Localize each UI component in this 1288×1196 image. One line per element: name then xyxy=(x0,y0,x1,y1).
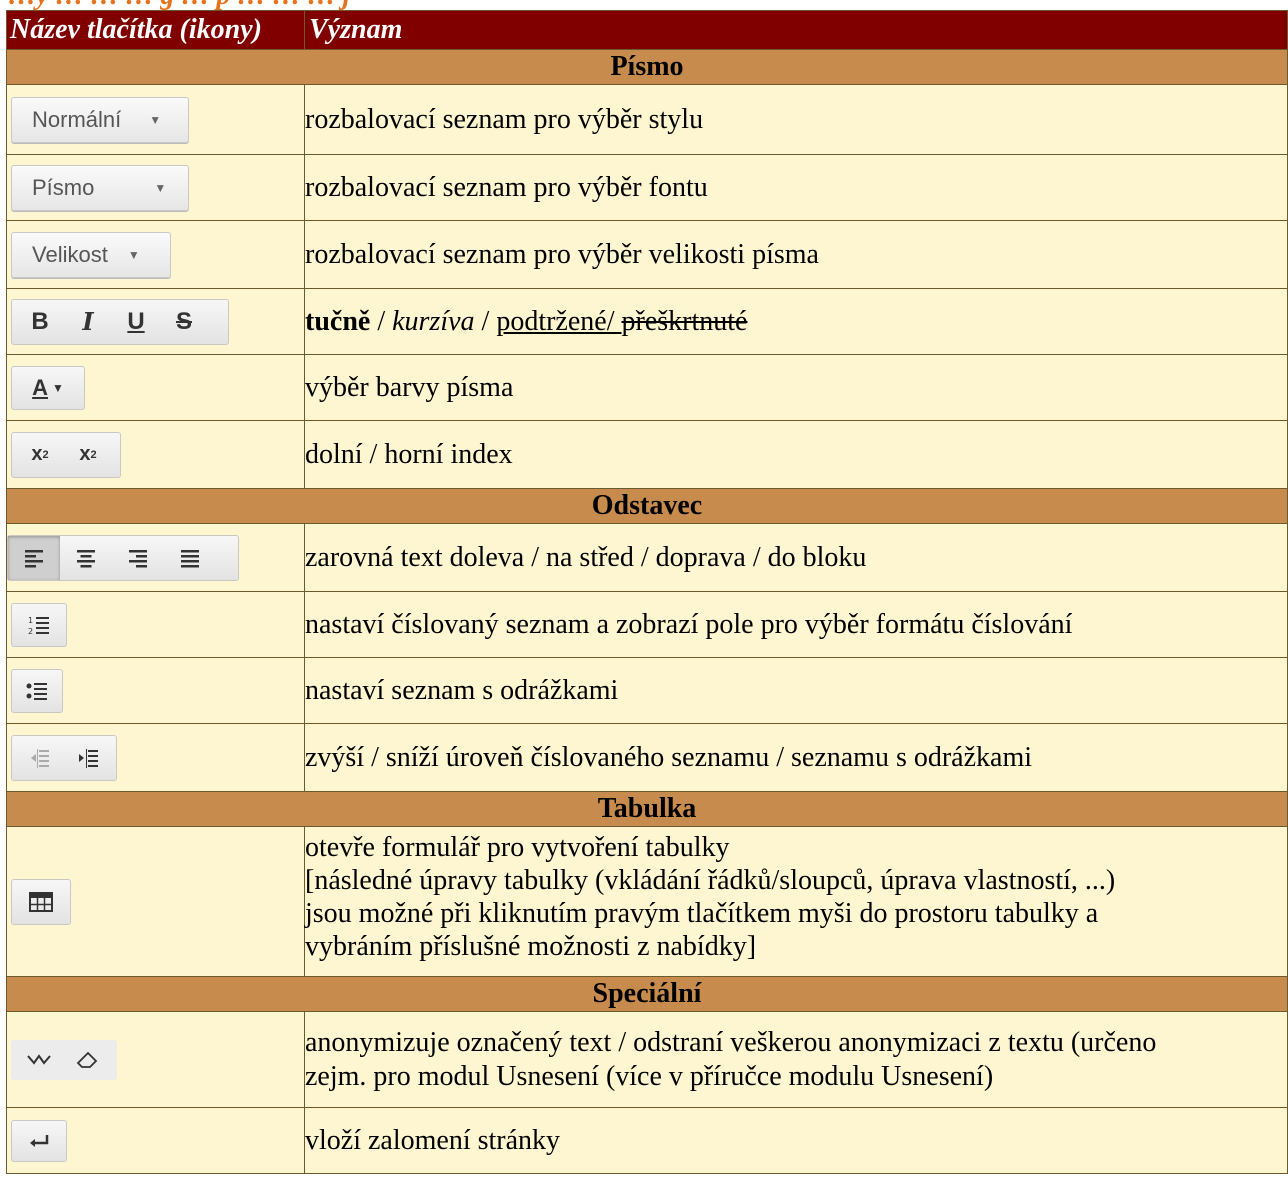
chevron-down-icon: ▼ xyxy=(52,380,64,395)
eraser-icon[interactable] xyxy=(63,1041,111,1079)
table-row: A ▼ výběr barvy písma xyxy=(6,354,1288,421)
indent-button-group xyxy=(11,734,117,781)
bullet-list-icon xyxy=(26,682,47,700)
header-meaning: Význam xyxy=(304,10,1288,50)
strikethrough-word: přeškrtnuté xyxy=(621,305,748,337)
icon-cell xyxy=(6,723,305,792)
anonymize-icon[interactable] xyxy=(15,1041,63,1079)
row-description: výběr barvy písma xyxy=(304,354,1288,421)
text-format-button-group: B I U S xyxy=(11,298,229,345)
page-break-icon xyxy=(30,1134,49,1147)
section-title-special: Speciální xyxy=(6,976,1288,1012)
bold-icon[interactable]: B xyxy=(16,300,64,344)
icon-cell: x2 x2 xyxy=(6,420,305,489)
row-description: dolní / horní index xyxy=(304,420,1288,489)
insert-table-button[interactable] xyxy=(11,878,71,925)
icon-cell xyxy=(6,1107,305,1174)
section-row-table: Tabulka xyxy=(6,791,1288,827)
row-description: nastaví seznam s odrážkami xyxy=(304,657,1288,724)
icon-cell: B I U S xyxy=(6,288,305,355)
table-row: Velikost ▼ rozbalovací seznam pro výběr v… xyxy=(6,220,1288,289)
bullet-list-button[interactable] xyxy=(11,668,63,713)
italic-icon[interactable]: I xyxy=(64,300,112,344)
align-right-icon[interactable] xyxy=(112,536,164,580)
style-dropdown[interactable]: Normální ▼ xyxy=(11,96,189,143)
table-row: Písmo ▼ rozbalovací seznam pro výběr font… xyxy=(6,154,1288,221)
icon-cell: Písmo ▼ xyxy=(6,154,305,221)
subscript-icon[interactable]: x2 xyxy=(16,433,64,477)
align-left-icon[interactable] xyxy=(8,535,60,580)
align-justify-icon[interactable] xyxy=(164,536,216,580)
icon-cell xyxy=(6,523,305,592)
increase-indent-icon[interactable] xyxy=(64,736,112,780)
row-description: anonymizuje označený text / odstraní veš… xyxy=(304,1011,1288,1108)
icon-cell: Normální ▼ xyxy=(6,84,305,155)
row-description: rozbalovací seznam pro výběr velikosti p… xyxy=(304,220,1288,289)
icon-cell xyxy=(6,1011,305,1108)
section-row-special: Speciální xyxy=(6,976,1288,1012)
svg-text:2: 2 xyxy=(28,627,33,636)
font-color-icon: A xyxy=(32,374,48,400)
decrease-indent-icon[interactable] xyxy=(16,736,64,780)
numbered-list-icon: 12 xyxy=(28,616,49,636)
section-row-font: Písmo xyxy=(6,49,1288,85)
page: …y … … … g … p … … … j Název tlačítka (i… xyxy=(0,0,1288,1196)
section-row-paragraph: Odstavec xyxy=(6,488,1288,524)
table-header-row: Název tlačítka (ikony) Význam xyxy=(6,10,1288,50)
underline-word: podtržené/ xyxy=(496,305,622,337)
row-description: otevře formulář pro vytvoření tabulky [n… xyxy=(304,826,1288,977)
row-description: rozbalovací seznam pro výběr fontu xyxy=(304,154,1288,221)
icon-cell: A ▼ xyxy=(6,354,305,421)
row-description: nastaví číslovaný seznam a zobrazí pole … xyxy=(304,591,1288,658)
chevron-down-icon: ▼ xyxy=(154,180,167,195)
icon-cell xyxy=(6,826,305,977)
icon-cell xyxy=(6,657,305,724)
table-icon xyxy=(29,891,53,912)
row-description: rozbalovací seznam pro výběr stylu xyxy=(304,84,1288,155)
icon-cell: Velikost ▼ xyxy=(6,220,305,289)
row-description: vloží zalomení stránky xyxy=(304,1107,1288,1174)
font-dropdown[interactable]: Písmo ▼ xyxy=(11,164,189,211)
header-button-name: Název tlačítka (ikony) xyxy=(6,10,305,50)
row-description: zvýší / sníží úroveň číslovaného seznamu… xyxy=(304,723,1288,792)
index-button-group: x2 x2 xyxy=(11,431,121,478)
row-description: tučně / kurzíva / podtržené/ přeškrtnuté xyxy=(304,288,1288,355)
table-row: 12 nastaví číslovaný seznam a zobrazí po… xyxy=(6,591,1288,658)
italic-word: kurzíva xyxy=(392,305,475,337)
table-row: otevře formulář pro vytvoření tabulky [n… xyxy=(6,826,1288,977)
section-title-font: Písmo xyxy=(6,49,1288,85)
size-dropdown[interactable]: Velikost ▼ xyxy=(11,231,171,278)
font-color-button[interactable]: A ▼ xyxy=(11,365,85,410)
table-row: zarovná text doleva / na střed / doprava… xyxy=(6,523,1288,592)
strikethrough-icon[interactable]: S xyxy=(160,300,208,344)
icon-cell: 12 xyxy=(6,591,305,658)
table-row: Normální ▼ rozbalovací seznam pro výběr s… xyxy=(6,84,1288,155)
chevron-down-icon: ▼ xyxy=(127,247,140,262)
table-row: B I U S tučně / kurzíva / podtržené/ pře… xyxy=(6,288,1288,355)
svg-text:1: 1 xyxy=(28,616,33,625)
page-break-button[interactable] xyxy=(11,1119,67,1162)
anonymize-button-group xyxy=(11,1039,117,1080)
underline-icon[interactable]: U xyxy=(112,300,160,344)
row-description: zarovná text doleva / na střed / doprava… xyxy=(304,523,1288,592)
numbered-list-button[interactable]: 12 xyxy=(11,602,67,647)
table-row: anonymizuje označený text / odstraní veš… xyxy=(6,1011,1288,1108)
bold-word: tučně xyxy=(305,305,371,337)
alignment-button-group xyxy=(7,534,239,581)
align-center-icon[interactable] xyxy=(60,536,112,580)
superscript-icon[interactable]: x2 xyxy=(64,433,112,477)
section-title-table: Tabulka xyxy=(6,791,1288,827)
toolbar-reference-table: Název tlačítka (ikony) Význam Písmo Norm… xyxy=(6,10,1288,1174)
chevron-down-icon: ▼ xyxy=(149,112,162,127)
table-row: x2 x2 dolní / horní index xyxy=(6,420,1288,489)
table-row: vloží zalomení stránky xyxy=(6,1107,1288,1174)
section-title-paragraph: Odstavec xyxy=(6,488,1288,524)
table-row: nastaví seznam s odrážkami xyxy=(6,657,1288,724)
table-row: zvýší / sníží úroveň číslovaného seznamu… xyxy=(6,723,1288,792)
